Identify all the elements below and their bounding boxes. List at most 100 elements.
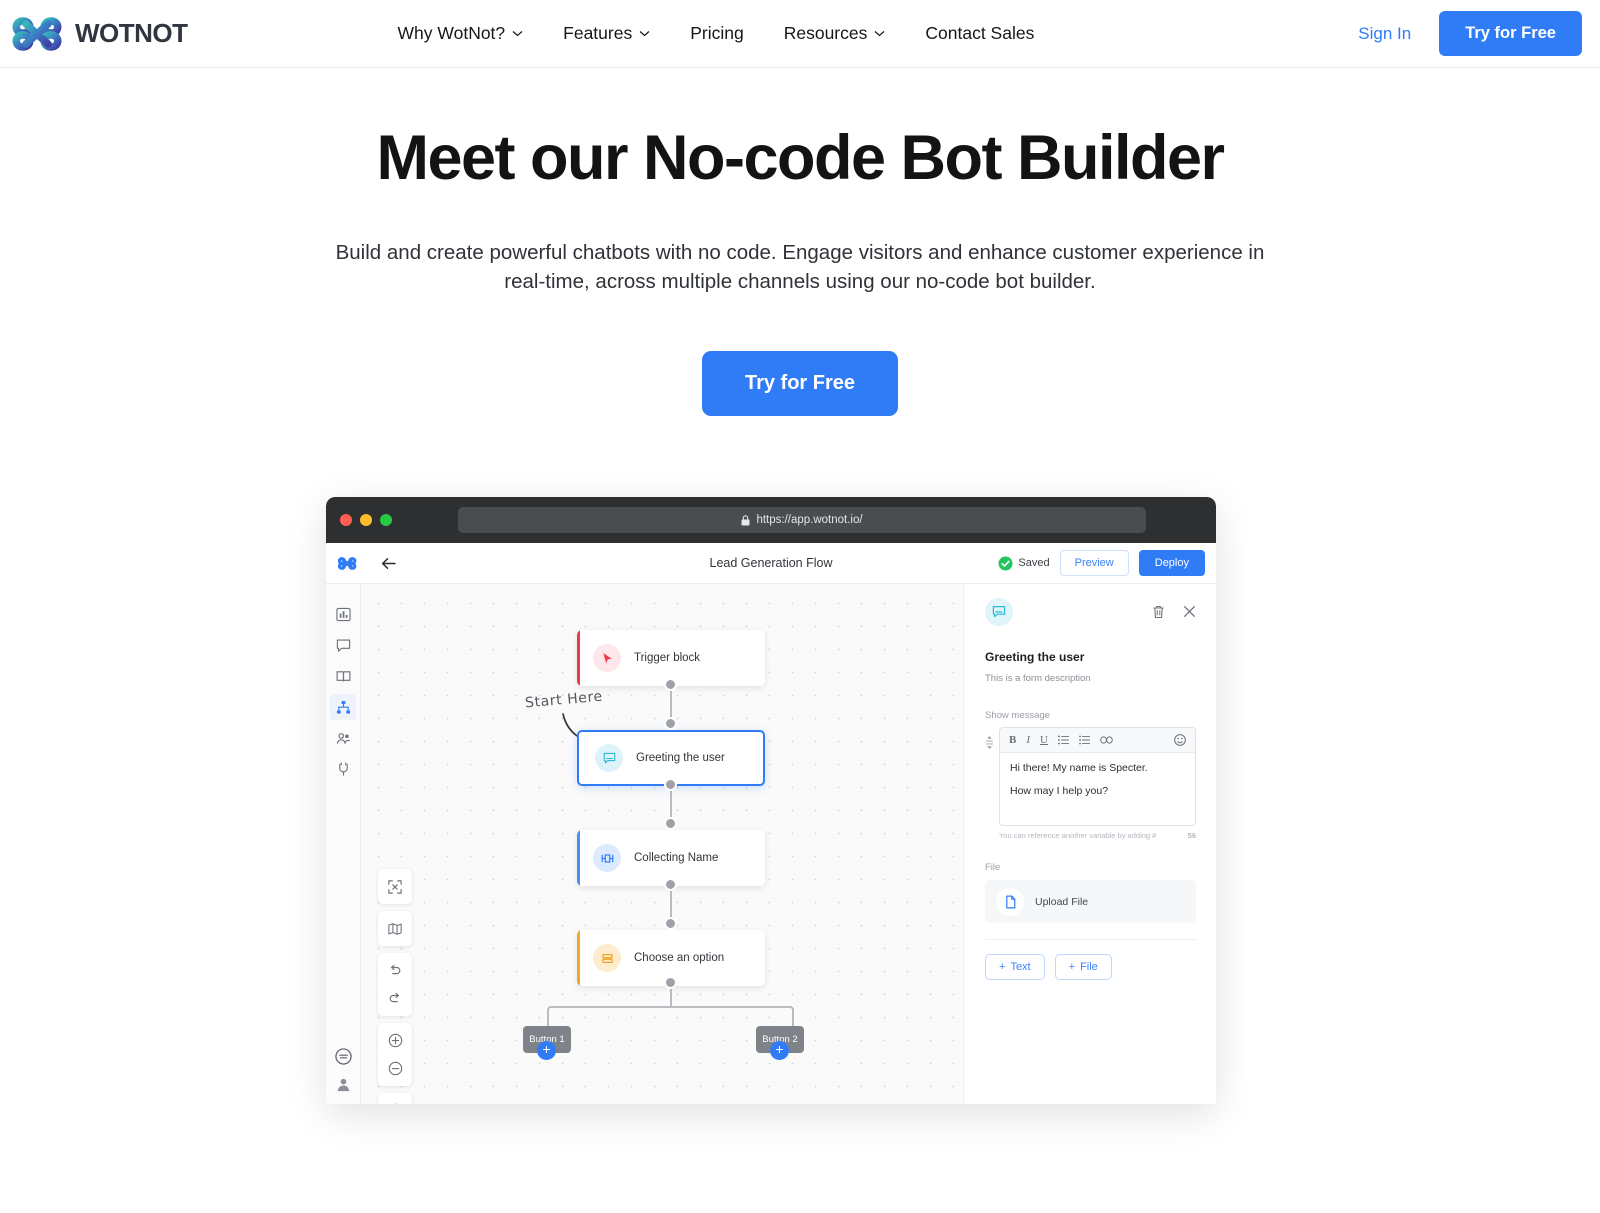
rail-bottom-actions	[326, 1048, 360, 1092]
node-port[interactable]	[664, 976, 677, 989]
nav-item-resources[interactable]: Resources	[784, 23, 886, 44]
trash-icon[interactable]	[1152, 605, 1165, 619]
maximize-dot-icon[interactable]	[380, 514, 392, 526]
node-port[interactable]	[664, 878, 677, 891]
plus-icon: +	[1068, 961, 1076, 973]
chevron-down-icon	[639, 31, 650, 37]
file-upload-icon	[996, 887, 1024, 916]
minimap-button[interactable]	[382, 916, 408, 941]
history-button[interactable]	[382, 1098, 408, 1104]
map-icon	[388, 922, 402, 935]
emoji-icon[interactable]	[1174, 734, 1186, 746]
node-label: Trigger block	[634, 652, 701, 664]
panel-add-buttons: + Text + File	[985, 954, 1196, 980]
flow-branch-edge	[547, 1006, 794, 1028]
bold-icon[interactable]: B	[1009, 734, 1016, 746]
nav-item-label: Why WotNot?	[397, 23, 506, 43]
back-arrow-icon[interactable]	[381, 557, 396, 570]
node-label: Choose an option	[634, 952, 725, 964]
sidebar-item-bot-builder[interactable]	[330, 694, 356, 720]
nav-item-why-wotnot[interactable]: Why WotNot?	[398, 23, 524, 44]
node-port[interactable]	[664, 817, 677, 830]
sidebar-item-team[interactable]	[330, 725, 356, 751]
user-avatar-icon[interactable]	[336, 1077, 351, 1092]
dashboard-icon	[335, 607, 351, 621]
users-icon	[336, 732, 350, 744]
add-file-button[interactable]: + File	[1054, 954, 1112, 980]
deploy-button[interactable]: Deploy	[1138, 550, 1205, 576]
flow-canvas[interactable]: Start Here Trigger block Greeting the us…	[361, 584, 963, 1104]
lock-icon	[741, 514, 750, 525]
app-left-rail	[326, 584, 361, 1104]
add-file-label: File	[1080, 961, 1098, 973]
node-accent-bar	[577, 830, 580, 886]
preview-button[interactable]: Preview	[1059, 550, 1129, 576]
node-port[interactable]	[664, 717, 677, 730]
message-editor[interactable]: B I U Hi there! My name is Specter. How …	[999, 727, 1196, 826]
sign-in-link[interactable]: Sign In	[1358, 24, 1411, 44]
app-header-actions: Saved Preview Deploy	[998, 550, 1205, 576]
collapse-circle-icon[interactable]	[334, 1048, 352, 1065]
panel-description: This is a form description	[985, 673, 1091, 684]
wotnot-logo-icon[interactable]	[337, 554, 358, 573]
brand-name: WOTNOT	[75, 18, 188, 48]
address-bar[interactable]: https://app.wotnot.io/	[458, 507, 1146, 533]
numbered-list-icon[interactable]	[1079, 735, 1090, 745]
close-icon[interactable]	[1183, 605, 1196, 618]
zoom-in-button[interactable]	[382, 1028, 408, 1053]
message-line: How may I help you?	[1010, 785, 1109, 797]
chevron-down-icon	[512, 31, 523, 37]
nav-item-pricing[interactable]: Pricing	[690, 23, 744, 44]
panel-header	[985, 598, 1196, 626]
node-port[interactable]	[664, 778, 677, 791]
underline-icon[interactable]: U	[1040, 734, 1048, 746]
app-body: Start Here Trigger block Greeting the us…	[326, 584, 1216, 1104]
upload-file-dropzone[interactable]: Upload File	[985, 880, 1196, 923]
redo-button[interactable]	[382, 986, 408, 1011]
message-line: Hi there! My name is Specter.	[1010, 762, 1148, 774]
hero-try-for-free-button[interactable]: Try for Free	[701, 350, 899, 416]
node-settings-panel: Greeting the user This is a form descrip…	[963, 584, 1216, 1104]
editor-hint-row: You can reference another variable by ad…	[985, 831, 1196, 840]
drag-handle-icon[interactable]	[985, 727, 999, 755]
add-node-button-1[interactable]: +	[537, 1041, 556, 1060]
sidebar-item-knowledge-base[interactable]	[330, 663, 356, 689]
top-navbar: WOTNOT Why WotNot? Features Pricing Reso…	[0, 0, 1600, 68]
redo-icon	[389, 992, 400, 1002]
canvas-tool-group-zoom	[378, 1023, 412, 1086]
italic-icon[interactable]: I	[1026, 734, 1030, 746]
nav-item-features[interactable]: Features	[563, 23, 650, 44]
editor-body[interactable]: Hi there! My name is Specter. How may I …	[1000, 753, 1195, 825]
try-for-free-button[interactable]: Try for Free	[1439, 11, 1582, 56]
node-port[interactable]	[664, 678, 677, 691]
undo-button[interactable]	[382, 958, 408, 983]
add-text-button[interactable]: + Text	[985, 954, 1045, 980]
app-header: Lead Generation Flow Saved Preview Deplo…	[326, 543, 1216, 584]
book-icon	[336, 670, 350, 681]
fit-screen-button[interactable]	[382, 874, 408, 899]
chat-icon	[336, 639, 350, 652]
nav-item-label: Resources	[783, 23, 868, 43]
bullet-list-icon[interactable]	[1058, 735, 1069, 745]
fit-screen-icon	[388, 879, 402, 894]
minimize-dot-icon[interactable]	[360, 514, 372, 526]
node-accent-bar	[577, 930, 580, 986]
nav-item-contact-sales[interactable]: Contact Sales	[925, 23, 1034, 44]
link-icon[interactable]	[1100, 736, 1113, 744]
sidebar-item-chat[interactable]	[330, 632, 356, 658]
node-label: Greeting the user	[636, 752, 725, 764]
nav-item-label: Features	[563, 23, 633, 43]
sidebar-item-integrations[interactable]	[330, 756, 356, 782]
zoom-out-button[interactable]	[382, 1056, 408, 1081]
node-port[interactable]	[664, 917, 677, 930]
canvas-tool-group-history	[378, 953, 412, 1016]
message-editor-row: B I U Hi there! My name is Specter. How …	[985, 727, 1196, 826]
canvas-tool-group-version	[378, 1093, 412, 1104]
sidebar-item-dashboard[interactable]	[330, 601, 356, 627]
brand-logo[interactable]: WOTNOT	[10, 10, 188, 58]
close-dot-icon[interactable]	[340, 514, 352, 526]
hero-subtitle: Build and create powerful chatbots with …	[335, 241, 1265, 293]
sitemap-icon	[336, 700, 350, 714]
add-node-button-2[interactable]: +	[770, 1041, 789, 1060]
address-bar-url: https://app.wotnot.io/	[756, 514, 863, 526]
